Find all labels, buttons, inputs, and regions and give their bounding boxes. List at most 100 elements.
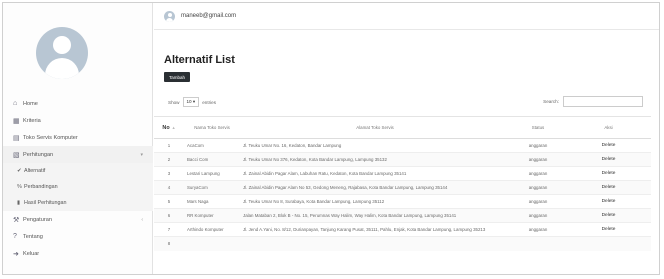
cell-alamat: Jl. Teuku Umar No. 16, Kedaton, Bandar L… xyxy=(240,138,510,153)
cell-status xyxy=(510,236,566,251)
table-row: 1 AcaCom Jl. Teuku Umar No. 16, Kedaton, B… xyxy=(154,138,651,153)
cell-no: 8 xyxy=(154,236,184,251)
user-avatar[interactable] xyxy=(164,10,175,22)
entries-select[interactable]: 10 ▾ xyxy=(182,97,200,107)
cell-nama: Bacci Com xyxy=(184,152,240,167)
sidebar-item-label: Toko Servis Komputer xyxy=(23,134,78,141)
table-row: 4 SuryaCom Jl. Zainal Abidin Pagar Alam No… xyxy=(154,180,651,195)
cell-nama: Mars Naga xyxy=(184,194,240,209)
chevron-down-icon: ▾ xyxy=(140,151,143,158)
cell-alamat: Jl. Teuku Umar No 376, Kedaton, Kota Ban… xyxy=(240,152,510,167)
cell-nama: SuryaCom xyxy=(184,180,240,195)
alternatif-table: No ▲ Nama Toko Servis Alamat Toko Servis … xyxy=(154,116,651,251)
add-button[interactable]: Tambah xyxy=(164,72,191,82)
store-icon: ▤ xyxy=(13,134,20,142)
search-control: Search: xyxy=(543,96,643,107)
search-label: Search: xyxy=(543,99,559,104)
cell-nama: AcaCom xyxy=(184,138,240,153)
cell-status: anggaran xyxy=(510,194,566,209)
calc-icon: ▧ xyxy=(13,151,20,159)
cell-status: anggaran xyxy=(510,208,566,223)
sidebar-item-label: Tentang xyxy=(23,233,43,240)
cell-nama: Lestari Lampung xyxy=(184,166,240,181)
cell-nama: Arthindo Komputer xyxy=(184,222,240,237)
sidebar-item-perhitungan[interactable]: ▧ Perhitungan ▾ xyxy=(3,146,153,163)
sidebar-item-kriteria[interactable]: ▦ Kriteria xyxy=(3,112,153,129)
user-email[interactable]: maneeb@gmail.com xyxy=(181,13,236,19)
sidebar-item-toko-servis[interactable]: ▤ Toko Servis Komputer xyxy=(3,129,153,146)
cell-alamat: Jalan Mataban 2, Blok B - No. 15, Perumn… xyxy=(240,208,510,223)
cell-alamat: Jl. Teuku Umar No 8, Surabaya, Kota Band… xyxy=(240,194,510,209)
sidebar-nav: ⌂ Home ▦ Kriteria ▤ Toko Servis Komputer… xyxy=(3,95,153,262)
delete-button[interactable]: Delete xyxy=(566,208,651,223)
percent-icon: % xyxy=(17,184,22,190)
sidebar-item-label: Alternatif xyxy=(24,168,46,174)
column-header-nama[interactable]: Nama Toko Servis xyxy=(184,116,240,139)
cell-status: anggaran xyxy=(510,180,566,195)
column-header-alamat[interactable]: Alamat Toko Servis xyxy=(240,116,510,139)
chevron-right-icon: ‹ xyxy=(141,216,143,223)
column-header-no[interactable]: No ▲ xyxy=(154,116,184,139)
delete-button[interactable]: Delete xyxy=(566,138,651,153)
delete-button[interactable]: Delete xyxy=(566,222,651,237)
sidebar-item-pengaturan[interactable]: ⚒ Pengaturan ‹ xyxy=(3,211,153,228)
grid-icon: ▦ xyxy=(13,117,20,125)
sidebar-item-label: Keluar xyxy=(23,250,40,257)
delete-button[interactable]: Delete xyxy=(566,180,651,195)
sidebar-item-label: Kriteria xyxy=(23,117,41,124)
sidebar-item-label: Perhitungan xyxy=(23,151,54,158)
delete-button[interactable] xyxy=(566,236,651,251)
delete-button[interactable]: Delete xyxy=(566,152,651,167)
table-row: 7 Arthindo Komputer Jl. Jend A.Yani, No. 8… xyxy=(154,222,651,237)
column-header-status[interactable]: Status xyxy=(510,116,566,139)
delete-button[interactable]: Delete xyxy=(566,166,651,181)
cell-alamat xyxy=(240,236,510,251)
sidebar-item-alternatif[interactable]: ✔ Alternatif xyxy=(3,163,153,179)
cell-status: anggaran xyxy=(510,222,566,237)
search-input[interactable] xyxy=(563,96,643,107)
sidebar-item-perbandingan[interactable]: % Perbandingan xyxy=(3,179,153,195)
cell-nama: RR Komputer xyxy=(184,208,240,223)
app-window: ⌂ Home ▦ Kriteria ▤ Toko Servis Komputer… xyxy=(2,2,660,275)
cell-status: anggaran xyxy=(510,138,566,153)
cell-alamat: Jl. Jend A.Yani, No. 8/12, Durianpayan, … xyxy=(240,222,510,237)
cell-nama xyxy=(184,236,240,251)
profile-avatar xyxy=(36,27,88,79)
settings-icon: ⚒ xyxy=(13,216,20,224)
sidebar-item-hasil-perhitungan[interactable]: ▮ Hasil Perhitungan xyxy=(3,195,153,211)
bar-chart-icon: ▮ xyxy=(17,200,21,206)
sidebar-item-label: Hasil Perhitungan xyxy=(24,200,67,206)
table-row: 3 Lestari Lampung Jl. Zainal Abidin Pagar … xyxy=(154,166,651,181)
sidebar-item-label: Pengaturan xyxy=(23,216,52,223)
cell-no: 1 xyxy=(154,138,184,153)
sidebar-item-label: Perbandingan xyxy=(24,184,58,190)
entries-label: entries xyxy=(202,99,217,105)
cell-no: 4 xyxy=(154,180,184,195)
page-title: Alternatif List xyxy=(164,54,235,66)
cell-alamat: Jl. Zainal Abidin Pagar Alam, Labuhan Ra… xyxy=(240,166,510,181)
cell-no: 5 xyxy=(154,194,184,209)
delete-button[interactable]: Delete xyxy=(566,194,651,209)
sidebar-item-home[interactable]: ⌂ Home xyxy=(3,95,153,112)
column-header-aksi[interactable]: Aksi xyxy=(566,116,651,139)
sidebar-item-tentang[interactable]: ? Tentang xyxy=(3,228,153,245)
topbar: maneeb@gmail.com xyxy=(154,3,659,30)
home-icon: ⌂ xyxy=(13,100,18,107)
check-icon: ✔ xyxy=(17,168,22,174)
table-header-row: No ▲ Nama Toko Servis Alamat Toko Servis … xyxy=(154,116,651,139)
cell-no: 2 xyxy=(154,152,184,167)
cell-no: 6 xyxy=(154,208,184,223)
cell-no: 7 xyxy=(154,222,184,237)
table-row: 2 Bacci Com Jl. Teuku Umar No 376, Kedaton… xyxy=(154,152,651,167)
logout-icon: ➜ xyxy=(13,250,19,258)
sidebar-item-label: Home xyxy=(23,100,38,107)
sidebar-item-keluar[interactable]: ➜ Keluar xyxy=(3,245,153,262)
cell-no: 3 xyxy=(154,166,184,181)
table-body: 1 AcaCom Jl. Teuku Umar No. 16, Kedaton, B… xyxy=(154,138,651,251)
table-row: 5 Mars Naga Jl. Teuku Umar No 8, Surabaya,… xyxy=(154,194,651,209)
show-label: Show xyxy=(168,99,180,105)
sidebar: ⌂ Home ▦ Kriteria ▤ Toko Servis Komputer… xyxy=(3,3,153,274)
table-row: 6 RR Komputer Jalan Mataban 2, Blok B - No… xyxy=(154,208,651,223)
question-icon: ? xyxy=(13,233,17,240)
table-row: 8 xyxy=(154,236,651,251)
